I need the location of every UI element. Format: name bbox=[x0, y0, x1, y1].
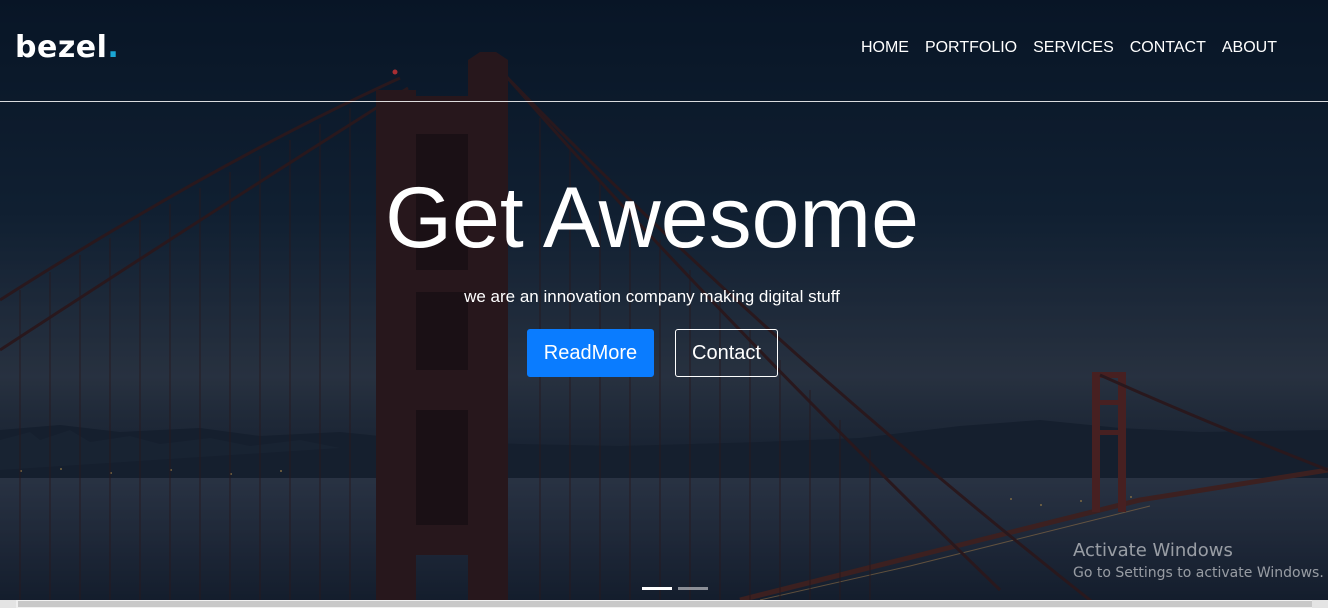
carousel-indicator-1[interactable] bbox=[642, 587, 672, 590]
nav-item-home[interactable]: HOME bbox=[861, 39, 909, 57]
contact-button[interactable]: Contact bbox=[675, 329, 778, 377]
scroll-right-arrow[interactable] bbox=[1312, 600, 1328, 608]
activate-windows-watermark: Activate Windows Go to Settings to activ… bbox=[1073, 540, 1324, 581]
carousel-indicator-2[interactable] bbox=[678, 587, 708, 590]
page: bezel. HOME PORTFOLIO SERVICES CONTACT A… bbox=[0, 0, 1328, 608]
site-header: bezel. HOME PORTFOLIO SERVICES CONTACT A… bbox=[0, 0, 1328, 102]
nav-item-contact[interactable]: CONTACT bbox=[1130, 39, 1206, 57]
hero-button-group: ReadMore Contact bbox=[527, 329, 778, 377]
brand-dot: . bbox=[107, 30, 120, 65]
main-nav: HOME PORTFOLIO SERVICES CONTACT ABOUT bbox=[861, 39, 1277, 57]
hero-title: Get Awesome bbox=[385, 170, 919, 266]
readmore-button[interactable]: ReadMore bbox=[527, 329, 654, 377]
carousel-indicators bbox=[642, 587, 708, 590]
watermark-subtitle: Go to Settings to activate Windows. bbox=[1073, 565, 1324, 581]
nav-item-about[interactable]: ABOUT bbox=[1222, 39, 1277, 57]
brand-logo[interactable]: bezel. bbox=[15, 30, 119, 65]
watermark-title: Activate Windows bbox=[1073, 540, 1233, 561]
brand-name: bezel bbox=[15, 30, 108, 65]
hero-subtitle: we are an innovation company making digi… bbox=[464, 287, 840, 306]
scrollbar-thumb[interactable] bbox=[18, 601, 1312, 607]
horizontal-scrollbar[interactable] bbox=[0, 600, 1328, 608]
nav-item-services[interactable]: SERVICES bbox=[1033, 39, 1114, 57]
scroll-left-arrow[interactable] bbox=[0, 600, 16, 608]
nav-item-portfolio[interactable]: PORTFOLIO bbox=[925, 39, 1017, 57]
